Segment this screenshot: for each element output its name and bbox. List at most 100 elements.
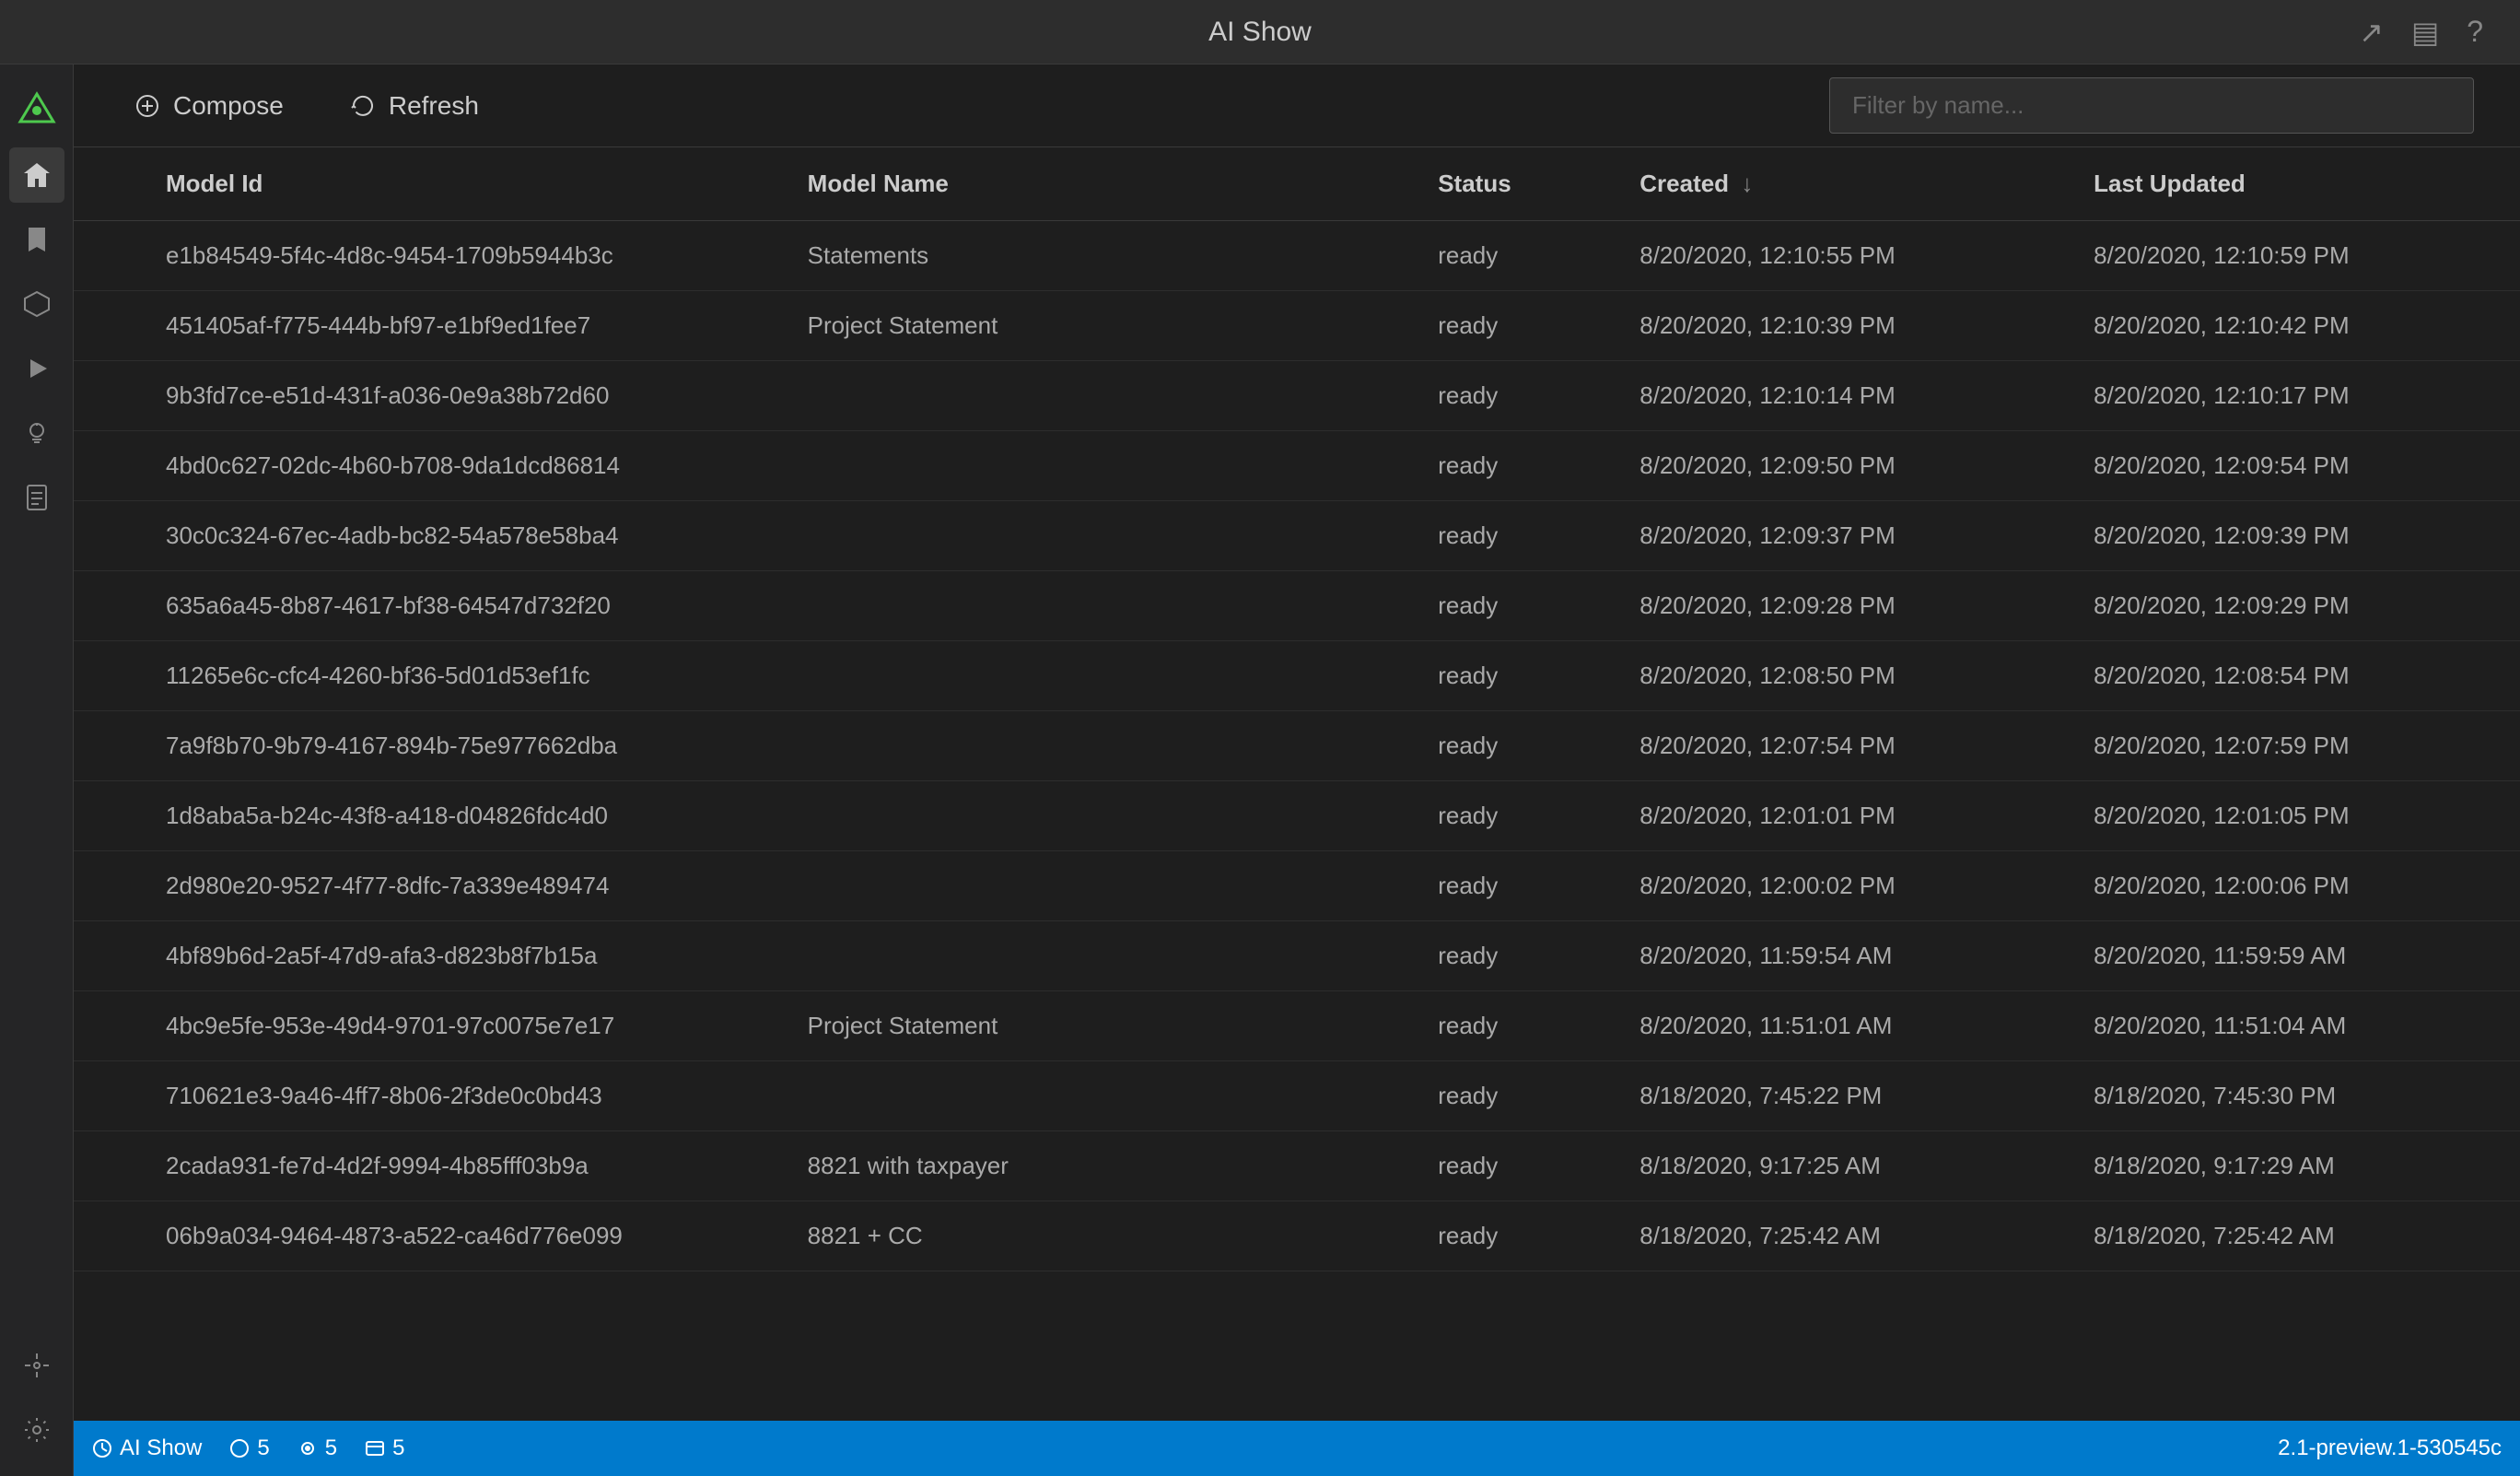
sidebar-item-settings[interactable] [9, 1402, 64, 1458]
cell-status: ready [1410, 711, 1612, 781]
status-count1: 5 [229, 1435, 269, 1461]
table-row[interactable]: 4bd0c627-02dc-4b60-b708-9da1dcd86814 rea… [74, 431, 2520, 501]
col-header-model-id[interactable]: Model Id [74, 147, 780, 221]
share-icon[interactable]: ↗ [2359, 15, 2384, 50]
cell-model-id: 4bd0c627-02dc-4b60-b708-9da1dcd86814 [74, 431, 780, 501]
cell-last-updated: 8/20/2020, 12:09:54 PM [2066, 431, 2520, 501]
cell-model-name: Project Statement [780, 291, 1411, 361]
cell-status: ready [1410, 641, 1612, 711]
cell-created: 8/18/2020, 7:25:42 AM [1612, 1201, 2066, 1271]
cell-status: ready [1410, 431, 1612, 501]
compose-button[interactable]: Compose [120, 82, 298, 130]
table-row[interactable]: 9b3fd7ce-e51d-431f-a036-0e9a38b72d60 rea… [74, 361, 2520, 431]
table-row[interactable]: 7a9f8b70-9b79-4167-894b-75e977662dba rea… [74, 711, 2520, 781]
table-row[interactable]: 635a6a45-8b87-4617-bf38-64547d732f20 rea… [74, 571, 2520, 641]
sidebar-item-bookmarks[interactable] [9, 212, 64, 267]
col-header-last-updated[interactable]: Last Updated [2066, 147, 2520, 221]
cell-model-name: 8821 + CC [780, 1201, 1411, 1271]
cell-last-updated: 8/18/2020, 9:17:29 AM [2066, 1131, 2520, 1201]
cell-model-id: 11265e6c-cfc4-4260-bf36-5d01d53ef1fc [74, 641, 780, 711]
main-content: Compose Refresh Model Id Model Name [74, 64, 2520, 1476]
sort-arrow-icon: ↓ [1741, 170, 1753, 198]
cell-model-name: Statements [780, 221, 1411, 291]
cell-model-name [780, 501, 1411, 571]
table-row[interactable]: 1d8aba5a-b24c-43f8-a418-d04826fdc4d0 rea… [74, 781, 2520, 851]
filter-input[interactable] [1829, 77, 2474, 134]
version-label: 2.1-preview.1-530545c [2278, 1435, 2502, 1461]
cell-model-id: 2cada931-fe7d-4d2f-9994-4b85fff03b9a [74, 1131, 780, 1201]
cell-status: ready [1410, 1201, 1612, 1271]
cell-model-id: 06b9a034-9464-4873-a522-ca46d776e099 [74, 1201, 780, 1271]
cell-created: 8/20/2020, 12:00:02 PM [1612, 851, 2066, 921]
sidebar-item-insights[interactable] [9, 405, 64, 461]
status-count3: 5 [365, 1435, 404, 1461]
cell-created: 8/18/2020, 7:45:22 PM [1612, 1061, 2066, 1131]
cell-created: 8/20/2020, 11:51:01 AM [1612, 991, 2066, 1061]
cell-last-updated: 8/18/2020, 7:45:30 PM [2066, 1061, 2520, 1131]
col-header-status[interactable]: Status [1410, 147, 1612, 221]
cell-model-name [780, 711, 1411, 781]
status-bar: AI Show 5 5 5 [74, 1421, 2520, 1476]
table-row[interactable]: 451405af-f775-444b-bf97-e1bf9ed1fee7 Pro… [74, 291, 2520, 361]
table-row[interactable]: 710621e3-9a46-4ff7-8b06-2f3de0c0bd43 rea… [74, 1061, 2520, 1131]
cell-model-name [780, 571, 1411, 641]
cell-created: 8/20/2020, 12:10:14 PM [1612, 361, 2066, 431]
table-row[interactable]: e1b84549-5f4c-4d8c-9454-1709b5944b3c Sta… [74, 221, 2520, 291]
cell-model-id: 4bf89b6d-2a5f-47d9-afa3-d823b8f7b15a [74, 921, 780, 991]
cell-status: ready [1410, 221, 1612, 291]
sidebar-item-plugins[interactable] [9, 1338, 64, 1393]
cell-model-name [780, 1061, 1411, 1131]
cell-model-id: 7a9f8b70-9b79-4167-894b-75e977662dba [74, 711, 780, 781]
cell-last-updated: 8/20/2020, 12:08:54 PM [2066, 641, 2520, 711]
cell-model-id: 9b3fd7ce-e51d-431f-a036-0e9a38b72d60 [74, 361, 780, 431]
refresh-label: Refresh [389, 91, 479, 121]
help-icon[interactable]: ? [2467, 15, 2483, 49]
cell-model-id: 710621e3-9a46-4ff7-8b06-2f3de0c0bd43 [74, 1061, 780, 1131]
refresh-button[interactable]: Refresh [335, 82, 494, 130]
app-layout: Compose Refresh Model Id Model Name [0, 64, 2520, 1476]
layout-icon[interactable]: ▤ [2411, 15, 2439, 50]
cell-status: ready [1410, 781, 1612, 851]
table-row[interactable]: 11265e6c-cfc4-4260-bf36-5d01d53ef1fc rea… [74, 641, 2520, 711]
cell-created: 8/20/2020, 12:01:01 PM [1612, 781, 2066, 851]
cell-model-id: 30c0c324-67ec-4adb-bc82-54a578e58ba4 [74, 501, 780, 571]
sidebar-item-home[interactable] [9, 147, 64, 203]
table-container[interactable]: Model Id Model Name Status Created ↓ Las… [74, 147, 2520, 1421]
cell-model-name [780, 921, 1411, 991]
table-row[interactable]: 2d980e20-9527-4f77-8dfc-7a339e489474 rea… [74, 851, 2520, 921]
status-count1-value: 5 [257, 1435, 269, 1461]
cell-created: 8/20/2020, 12:09:28 PM [1612, 571, 2066, 641]
cell-status: ready [1410, 571, 1612, 641]
sidebar-item-documents[interactable] [9, 470, 64, 525]
cell-model-id: 2d980e20-9527-4f77-8dfc-7a339e489474 [74, 851, 780, 921]
table-row[interactable]: 4bf89b6d-2a5f-47d9-afa3-d823b8f7b15a rea… [74, 921, 2520, 991]
table-row[interactable]: 06b9a034-9464-4873-a522-ca46d776e099 882… [74, 1201, 2520, 1271]
title-bar-actions: ↗ ▤ ? [2359, 15, 2483, 50]
status-count2: 5 [298, 1435, 337, 1461]
toolbar: Compose Refresh [74, 64, 2520, 147]
cell-model-name: Project Statement [780, 991, 1411, 1061]
cell-model-id: e1b84549-5f4c-4d8c-9454-1709b5944b3c [74, 221, 780, 291]
col-header-model-name[interactable]: Model Name [780, 147, 1411, 221]
cell-status: ready [1410, 1131, 1612, 1201]
table-row[interactable]: 2cada931-fe7d-4d2f-9994-4b85fff03b9a 882… [74, 1131, 2520, 1201]
table-row[interactable]: 4bc9e5fe-953e-49d4-9701-97c0075e7e17 Pro… [74, 991, 2520, 1061]
status-app-label: AI Show [120, 1435, 202, 1461]
cell-model-name: 8821 with taxpayer [780, 1131, 1411, 1201]
sidebar-item-models[interactable] [9, 276, 64, 332]
cell-status: ready [1410, 1061, 1612, 1131]
sidebar-item-run[interactable] [9, 341, 64, 396]
col-created-label: Created [1639, 170, 1729, 197]
cell-model-name [780, 431, 1411, 501]
cell-model-id: 1d8aba5a-b24c-43f8-a418-d04826fdc4d0 [74, 781, 780, 851]
col-header-created[interactable]: Created ↓ [1612, 147, 2066, 221]
cell-last-updated: 8/20/2020, 11:59:59 AM [2066, 921, 2520, 991]
cell-model-name [780, 641, 1411, 711]
cell-created: 8/18/2020, 9:17:25 AM [1612, 1131, 2066, 1201]
status-app-name: AI Show [92, 1435, 202, 1461]
cell-last-updated: 8/20/2020, 12:01:05 PM [2066, 781, 2520, 851]
cell-created: 8/20/2020, 12:10:39 PM [1612, 291, 2066, 361]
cell-status: ready [1410, 291, 1612, 361]
cell-created: 8/20/2020, 12:08:50 PM [1612, 641, 2066, 711]
table-row[interactable]: 30c0c324-67ec-4adb-bc82-54a578e58ba4 rea… [74, 501, 2520, 571]
